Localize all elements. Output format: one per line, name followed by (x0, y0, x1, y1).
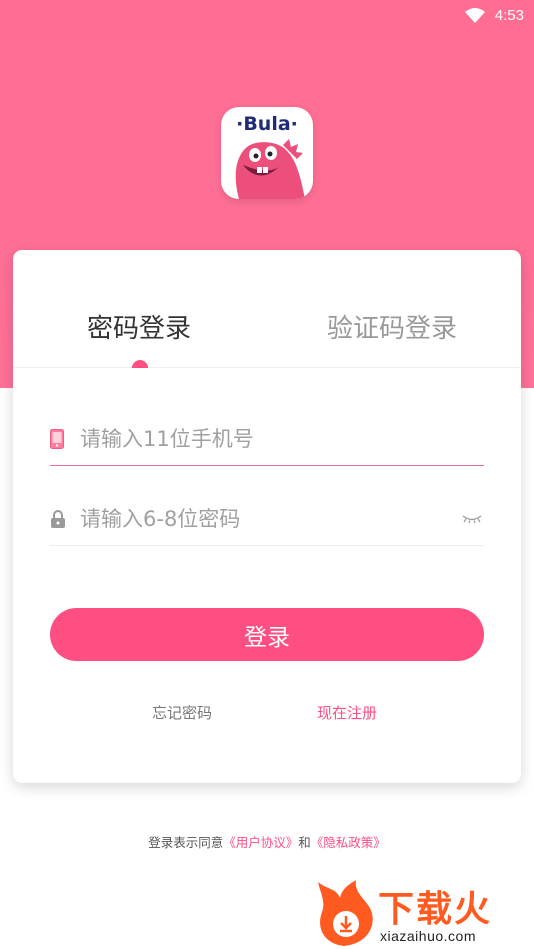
phone-input[interactable] (80, 426, 484, 451)
agreement-text: 登录表示同意《用户协议》和《隐私政策》 (0, 832, 534, 851)
watermark-subtitle: xiazaihuo.com (380, 928, 476, 944)
forgot-password-link[interactable]: 忘记密码 (152, 702, 212, 723)
privacy-policy-link[interactable]: 《隐私政策》 (311, 835, 386, 850)
register-link[interactable]: 现在注册 (317, 702, 377, 723)
mascot-icon (235, 139, 305, 199)
lock-icon (50, 508, 72, 530)
tab-password-login[interactable]: 密码登录 (87, 308, 191, 345)
watermark-title: 下载火 (378, 889, 493, 930)
user-agreement-link[interactable]: 《用户协议》 (223, 835, 298, 850)
flame-download-icon (318, 880, 373, 946)
wifi-icon (464, 7, 485, 23)
agreement-prefix: 登录表示同意 (148, 835, 224, 850)
login-button[interactable]: 登录 (50, 608, 484, 661)
eye-closed-icon[interactable] (462, 512, 484, 526)
status-bar: 4:53 (0, 0, 534, 30)
agreement-conjunction: 和 (298, 835, 311, 850)
phone-field (50, 412, 484, 466)
tab-code-login[interactable]: 验证码登录 (327, 308, 457, 345)
watermark: 下载火 xiazaihuo.com (316, 880, 531, 946)
login-tabs: 密码登录 验证码登录 (13, 250, 521, 368)
active-tab-indicator (132, 360, 148, 368)
password-field (50, 492, 484, 546)
status-time: 4:53 (494, 6, 524, 24)
app-logo: ·Bula· (221, 107, 313, 199)
phone-icon (50, 428, 72, 450)
password-input[interactable] (80, 506, 462, 531)
login-card: 密码登录 验证码登录 请输入11位手机号 登录 忘记密码 现在注册 (13, 250, 521, 783)
